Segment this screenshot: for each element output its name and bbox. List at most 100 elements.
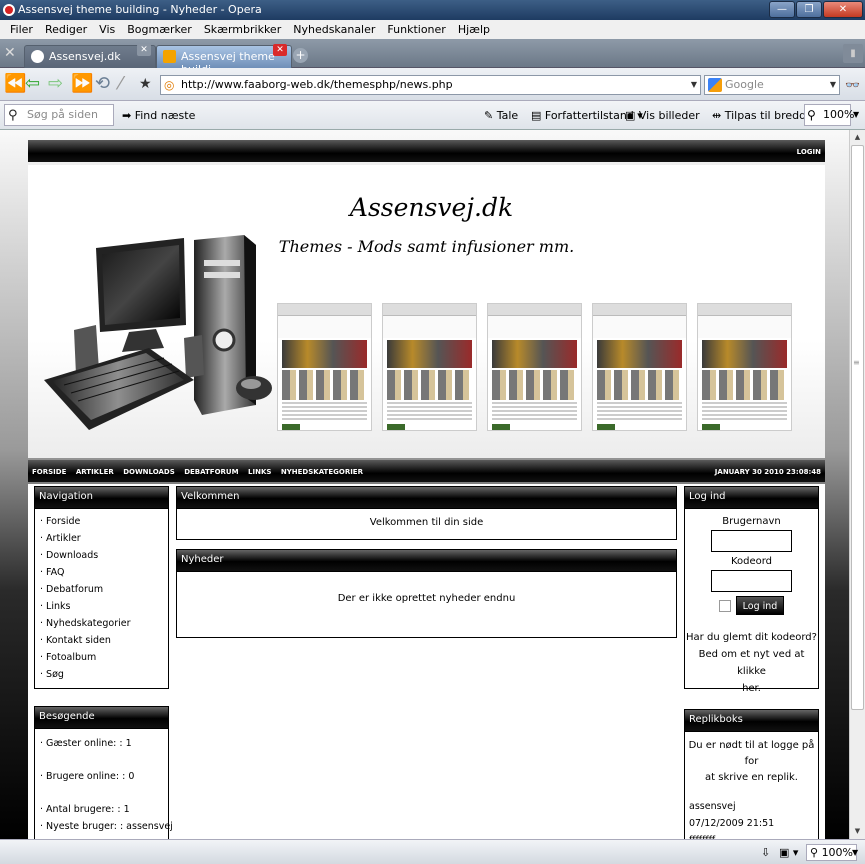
new-tab-button[interactable]: +: [293, 48, 308, 63]
network-icon[interactable]: ⇩: [761, 845, 770, 861]
nav-item-kontakt[interactable]: Kontakt siden: [40, 632, 163, 649]
zoom-icon: ⚲: [810, 846, 822, 859]
close-window-button[interactable]: ✕: [823, 1, 863, 18]
status-zoom-dropdown-icon[interactable]: ▼: [852, 845, 858, 861]
nav-item-forside[interactable]: Forside: [40, 513, 163, 530]
zoom-icon: ⚲: [807, 108, 816, 122]
forgot-password-link[interactable]: her.: [685, 680, 818, 697]
status-zoom[interactable]: ⚲ 100%: [806, 844, 858, 861]
nav-item-downloads[interactable]: Downloads: [40, 547, 163, 564]
welcome-panel: Velkommen Velkommen til din side: [176, 486, 677, 540]
maximize-button[interactable]: ❐: [796, 1, 822, 18]
menu-filer[interactable]: Filer: [4, 23, 39, 36]
zoom-dropdown-icon[interactable]: ▼: [853, 104, 865, 126]
close-tab-icon[interactable]: ✕: [137, 44, 151, 56]
login-link[interactable]: LOGIN: [797, 148, 821, 156]
menu-hjaelp[interactable]: Hjælp: [452, 23, 496, 36]
shoutbox-panel: Replikboks Du er nødt til at logge på fo…: [684, 709, 819, 839]
theme-screenshot[interactable]: [277, 303, 372, 431]
find-next-button[interactable]: ➡ Find næste: [122, 108, 195, 124]
reload-icon[interactable]: ⟲: [95, 74, 110, 94]
address-dropdown-icon[interactable]: ▼: [688, 76, 700, 94]
panel-title: Besøgende: [35, 707, 168, 729]
nav-item-nyhedskategorier[interactable]: Nyhedskategorier: [40, 615, 163, 632]
nav-item-links[interactable]: Links: [40, 598, 163, 615]
bookmark-star-icon[interactable]: ★: [139, 74, 152, 94]
login-panel: Log ind Brugernavn Kodeord Log ind Har d…: [684, 486, 819, 694]
news-panel: Nyheder Der er ikke oprettet nyheder end…: [176, 549, 677, 638]
search-field[interactable]: Google: [704, 75, 840, 95]
edit-icon[interactable]: ⁄: [119, 74, 122, 94]
theme-screenshot[interactable]: [697, 303, 792, 431]
close-tab-icon[interactable]: ✕: [273, 44, 287, 56]
members-online: Brugere online: : 0: [40, 760, 163, 793]
site-title: Assensvej.dk: [349, 193, 514, 222]
glasses-icon[interactable]: 👓: [842, 75, 863, 95]
menu-vis[interactable]: Vis: [93, 23, 121, 36]
menu-skaermbrikker[interactable]: Skærmbrikker: [198, 23, 287, 36]
menu-rediger[interactable]: Rediger: [39, 23, 93, 36]
find-placeholder: Søg på siden: [27, 108, 98, 121]
welcome-text: Velkommen til din side: [369, 517, 484, 528]
tab-theme-building[interactable]: Assensvej theme buildi... ✕: [156, 44, 292, 76]
back-arrow-icon[interactable]: ⇦: [25, 74, 40, 94]
google-icon: [708, 78, 722, 92]
nav-item-soeg[interactable]: Søg: [40, 666, 163, 683]
menu-bogmaerker[interactable]: Bogmærker: [121, 23, 198, 36]
nav-debatforum[interactable]: DEBATFORUM: [184, 468, 238, 476]
panel-title: Navigation: [35, 487, 168, 509]
menu-nyhedskanaler[interactable]: Nyhedskanaler: [287, 23, 381, 36]
tab-scroll-icon[interactable]: ▮: [843, 44, 863, 63]
nav-forside[interactable]: FORSIDE: [32, 468, 66, 476]
theme-screenshot[interactable]: [487, 303, 582, 431]
nav-links[interactable]: LINKS: [248, 468, 271, 476]
shoutbox-notice-line2: at skrive en replik.: [705, 772, 798, 783]
nav-item-debatforum[interactable]: Debatforum: [40, 581, 163, 598]
tab-label: Assensvej.dk: [49, 50, 121, 63]
forgot-password-line1: Har du glemt dit kodeord?: [686, 632, 817, 643]
show-images-button[interactable]: ▣ Vis billeder: [625, 108, 700, 124]
window-title: Assensvej theme building - Nyheder - Ope…: [18, 3, 262, 16]
guests-online: Gæster online: : 1: [40, 735, 163, 752]
find-input[interactable]: ⚲ Søg på siden: [4, 104, 114, 126]
vertical-scrollbar[interactable]: ▲ ≡ ▼: [849, 130, 865, 839]
scroll-up-icon[interactable]: ▲: [850, 130, 865, 145]
remember-me-checkbox[interactable]: [718, 600, 731, 612]
search-dropdown-icon[interactable]: ▼: [827, 76, 839, 94]
login-button[interactable]: Log ind: [735, 596, 785, 615]
minimize-button[interactable]: —: [769, 1, 795, 18]
nav-nyhedskategorier[interactable]: NYHEDSKATEGORIER: [281, 468, 363, 476]
scrollbar-thumb[interactable]: [851, 145, 864, 710]
nav-downloads[interactable]: DOWNLOADS: [123, 468, 175, 476]
address-field[interactable]: ◎ http://www.faaborg-web.dk/themesphp/ne…: [160, 75, 701, 95]
navigation-list: Forside Artikler Downloads FAQ Debatforu…: [35, 509, 168, 687]
rewind-icon[interactable]: ⏪: [4, 74, 26, 94]
forgot-password-line2: Bed om et nyt ved at klikke: [698, 649, 805, 677]
speak-label: Tale: [496, 109, 519, 122]
password-input[interactable]: [711, 570, 792, 592]
site-date: JANUARY 30 2010 23:08:48: [714, 468, 821, 476]
theme-screenshot[interactable]: [382, 303, 477, 431]
fast-forward-icon[interactable]: ⏩: [71, 74, 93, 94]
shoutbox-notice-line1: Du er nødt til at logge på for: [688, 740, 815, 767]
nav-artikler[interactable]: ARTIKLER: [76, 468, 114, 476]
favicon-icon: [31, 50, 44, 63]
nav-item-artikler[interactable]: Artikler: [40, 530, 163, 547]
speak-button[interactable]: ✎ Tale: [484, 108, 518, 124]
tab-assensvej[interactable]: Assensvej.dk ✕: [24, 44, 156, 68]
image-mode-icon[interactable]: ▣ ▾: [779, 845, 798, 861]
shout-user[interactable]: assensvej: [689, 798, 814, 815]
nav-item-fotoalbum[interactable]: Fotoalbum: [40, 649, 163, 666]
username-input[interactable]: [711, 530, 792, 552]
forward-arrow-icon[interactable]: ⇨: [48, 74, 63, 94]
address-url: http://www.faaborg-web.dk/themesphp/news…: [181, 78, 453, 91]
scroll-down-icon[interactable]: ▼: [850, 824, 865, 839]
theme-screenshot[interactable]: [592, 303, 687, 431]
panel-title: Nyheder: [177, 550, 676, 572]
author-mode-label: Forfattertilstand: [544, 109, 634, 122]
panel-title: Velkommen: [177, 487, 676, 509]
tools-icon[interactable]: ✕: [4, 45, 16, 61]
nav-item-faq[interactable]: FAQ: [40, 564, 163, 581]
menu-funktioner[interactable]: Funktioner: [381, 23, 451, 36]
zoom-field[interactable]: ⚲ 100%: [804, 104, 854, 126]
